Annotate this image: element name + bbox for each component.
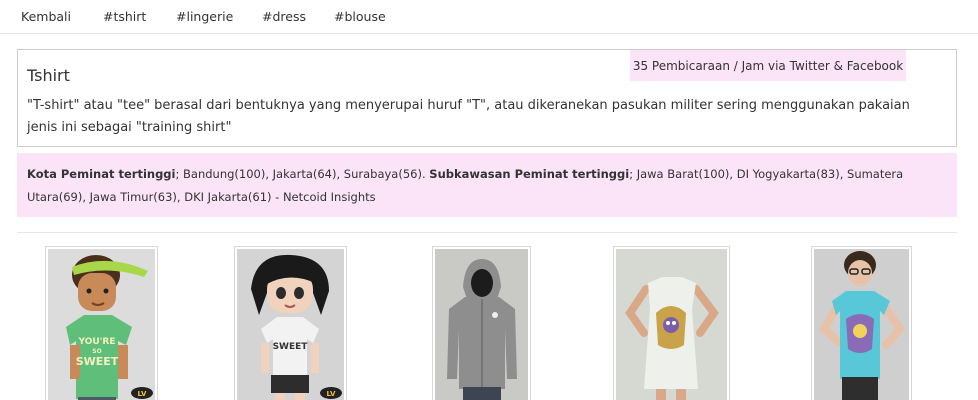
svg-text:SO: SO xyxy=(92,348,101,355)
product-thumbnail[interactable]: SWEET LV xyxy=(234,246,347,400)
tag-link-dress[interactable]: #dress xyxy=(262,9,306,24)
product-thumbnail[interactable] xyxy=(432,246,531,400)
product-image xyxy=(435,249,528,400)
topic-title: Tshirt xyxy=(27,66,70,85)
product-thumbnail[interactable]: YOU'RE SO SWEET LV xyxy=(45,246,158,400)
product-image: YOU'RE SO SWEET LV xyxy=(48,249,155,400)
insights-panel: Kota Peminat tertinggi; Bandung(100), Ja… xyxy=(17,153,957,217)
brand-logo-icon: LV xyxy=(138,390,147,398)
brand-logo-icon: LV xyxy=(327,390,336,398)
product-image: SWEET LV xyxy=(237,249,344,400)
top-nav: Kembali #tshirt #lingerie #dress #blouse xyxy=(0,0,978,34)
section-divider xyxy=(17,232,957,233)
tag-link-lingerie[interactable]: #lingerie xyxy=(176,9,233,24)
product-image xyxy=(616,249,727,400)
tag-link-tshirt[interactable]: #tshirt xyxy=(103,9,146,24)
tag-link-blouse[interactable]: #blouse xyxy=(334,9,386,24)
city-values: ; Bandung(100), Jakarta(64), Surabaya(56… xyxy=(175,167,430,181)
back-link[interactable]: Kembali xyxy=(21,9,71,24)
shirt-print-text: YOU'RE xyxy=(78,337,116,347)
topic-panel: Tshirt 35 Pembicaraan / Jam via Twitter … xyxy=(17,49,957,147)
conversation-rate-badge: 35 Pembicaraan / Jam via Twitter & Faceb… xyxy=(630,50,906,81)
product-thumbnail[interactable] xyxy=(811,246,912,400)
region-label: Subkawasan Peminat tertinggi xyxy=(429,167,630,181)
city-label: Kota Peminat tertinggi xyxy=(27,167,176,181)
svg-text:SWEET: SWEET xyxy=(76,355,119,368)
product-image xyxy=(814,249,909,400)
product-thumbnail[interactable] xyxy=(613,246,730,400)
shirt-print-text: SWEET xyxy=(273,342,309,352)
topic-description: "T-shirt" atau "tee" berasal dari bentuk… xyxy=(27,98,910,135)
